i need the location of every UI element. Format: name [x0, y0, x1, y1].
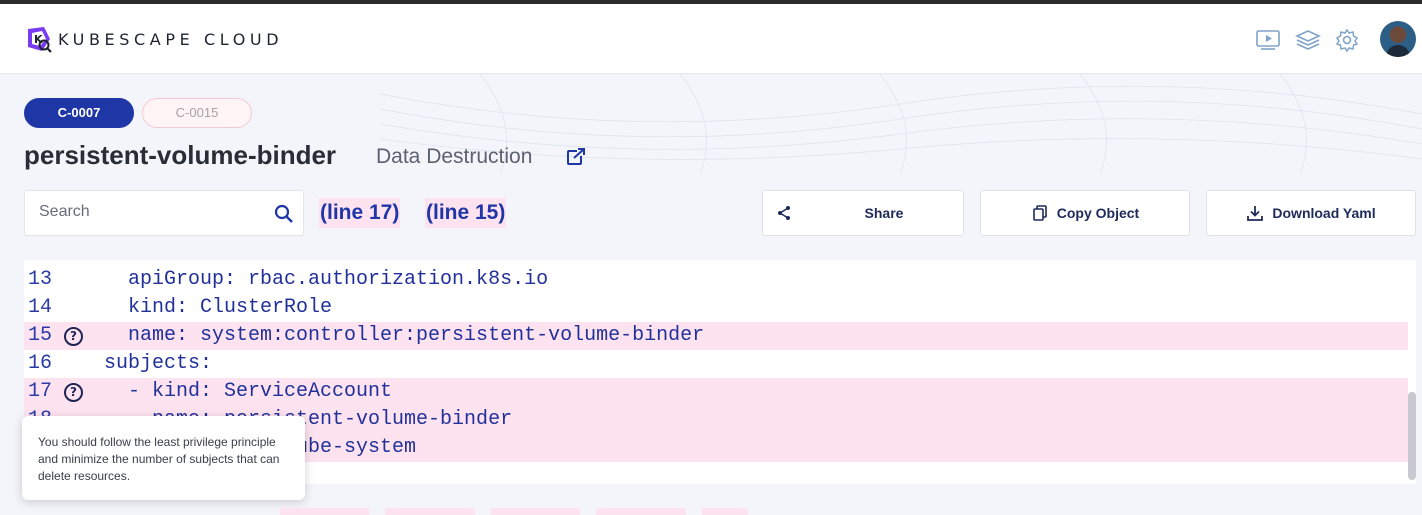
svg-text:K: K — [34, 33, 43, 46]
presentation-icon[interactable] — [1255, 28, 1281, 52]
settings-icon[interactable] — [1334, 28, 1360, 52]
code-text: - kind: ServiceAccount — [104, 380, 393, 403]
line-link-15[interactable]: (line 15) — [425, 198, 507, 228]
layers-icon[interactable] — [1295, 28, 1321, 52]
code-line-highlighted: 17 ? - kind: ServiceAccount — [24, 378, 1408, 406]
control-tag-active[interactable]: C-0007 — [24, 98, 134, 128]
line-chip-partial[interactable] — [280, 508, 369, 515]
copy-object-label: Copy Object — [1056, 205, 1140, 221]
search-icon[interactable] — [273, 203, 295, 225]
help-tooltip: You should follow the least privilege pr… — [22, 416, 305, 500]
line-link-17[interactable]: (line 17) — [319, 198, 401, 228]
copy-object-button[interactable]: Copy Object — [980, 190, 1190, 236]
tooltip-text: You should follow the least privilege pr… — [38, 435, 280, 483]
code-line-highlighted: 15 ? name: system:controller:persistent-… — [24, 322, 1408, 350]
line-number: 17 — [28, 380, 53, 403]
code-line: 13 apiGroup: rbac.authorization.k8s.io — [24, 266, 1408, 294]
code-text: apiGroup: rbac.authorization.k8s.io — [104, 268, 549, 291]
copy-icon — [1032, 205, 1047, 221]
share-button[interactable]: Share — [805, 190, 964, 236]
code-line: 16 subjects: — [24, 350, 1408, 378]
code-line: 14 kind: ClusterRole — [24, 294, 1408, 322]
avatar[interactable] — [1380, 21, 1416, 57]
search-input[interactable] — [39, 203, 259, 221]
download-icon — [1247, 206, 1264, 221]
background-wave-decoration — [380, 74, 1422, 174]
share-icon — [778, 206, 790, 220]
control-tag-inactive[interactable]: C-0015 — [142, 98, 252, 128]
download-yaml-label: Download Yaml — [1272, 205, 1376, 221]
line-number: 13 — [28, 268, 53, 291]
share-button-label: Share — [864, 205, 904, 221]
search-box — [24, 190, 304, 236]
share-icon-button[interactable] — [762, 190, 806, 236]
line-number: 14 — [28, 296, 53, 319]
line-chip-partial[interactable] — [702, 508, 748, 515]
download-yaml-button[interactable]: Download Yaml — [1206, 190, 1416, 236]
line-number: 15 — [28, 324, 53, 347]
code-text: subjects: — [104, 352, 213, 375]
resource-name: persistent-volume-binder — [24, 140, 337, 170]
line-number: 16 — [28, 352, 53, 375]
help-icon[interactable]: ? — [64, 383, 83, 402]
help-icon[interactable]: ? — [64, 327, 83, 346]
line-chip-partial[interactable] — [491, 508, 580, 515]
external-link-icon[interactable] — [566, 147, 586, 167]
kubescape-logo-icon[interactable]: K — [24, 25, 52, 53]
code-scrollbar[interactable] — [1408, 392, 1416, 480]
line-chip-partial[interactable] — [596, 508, 686, 515]
code-text: kind: ClusterRole — [104, 296, 333, 319]
app-header: K KUBESCAPE CLOUD — [0, 4, 1422, 74]
line-chip-partial[interactable] — [385, 508, 475, 515]
brand-name[interactable]: KUBESCAPE CLOUD — [58, 30, 283, 49]
resource-category: Data Destruction — [376, 145, 533, 168]
code-text: name: system:controller:persistent-volum… — [104, 324, 705, 347]
